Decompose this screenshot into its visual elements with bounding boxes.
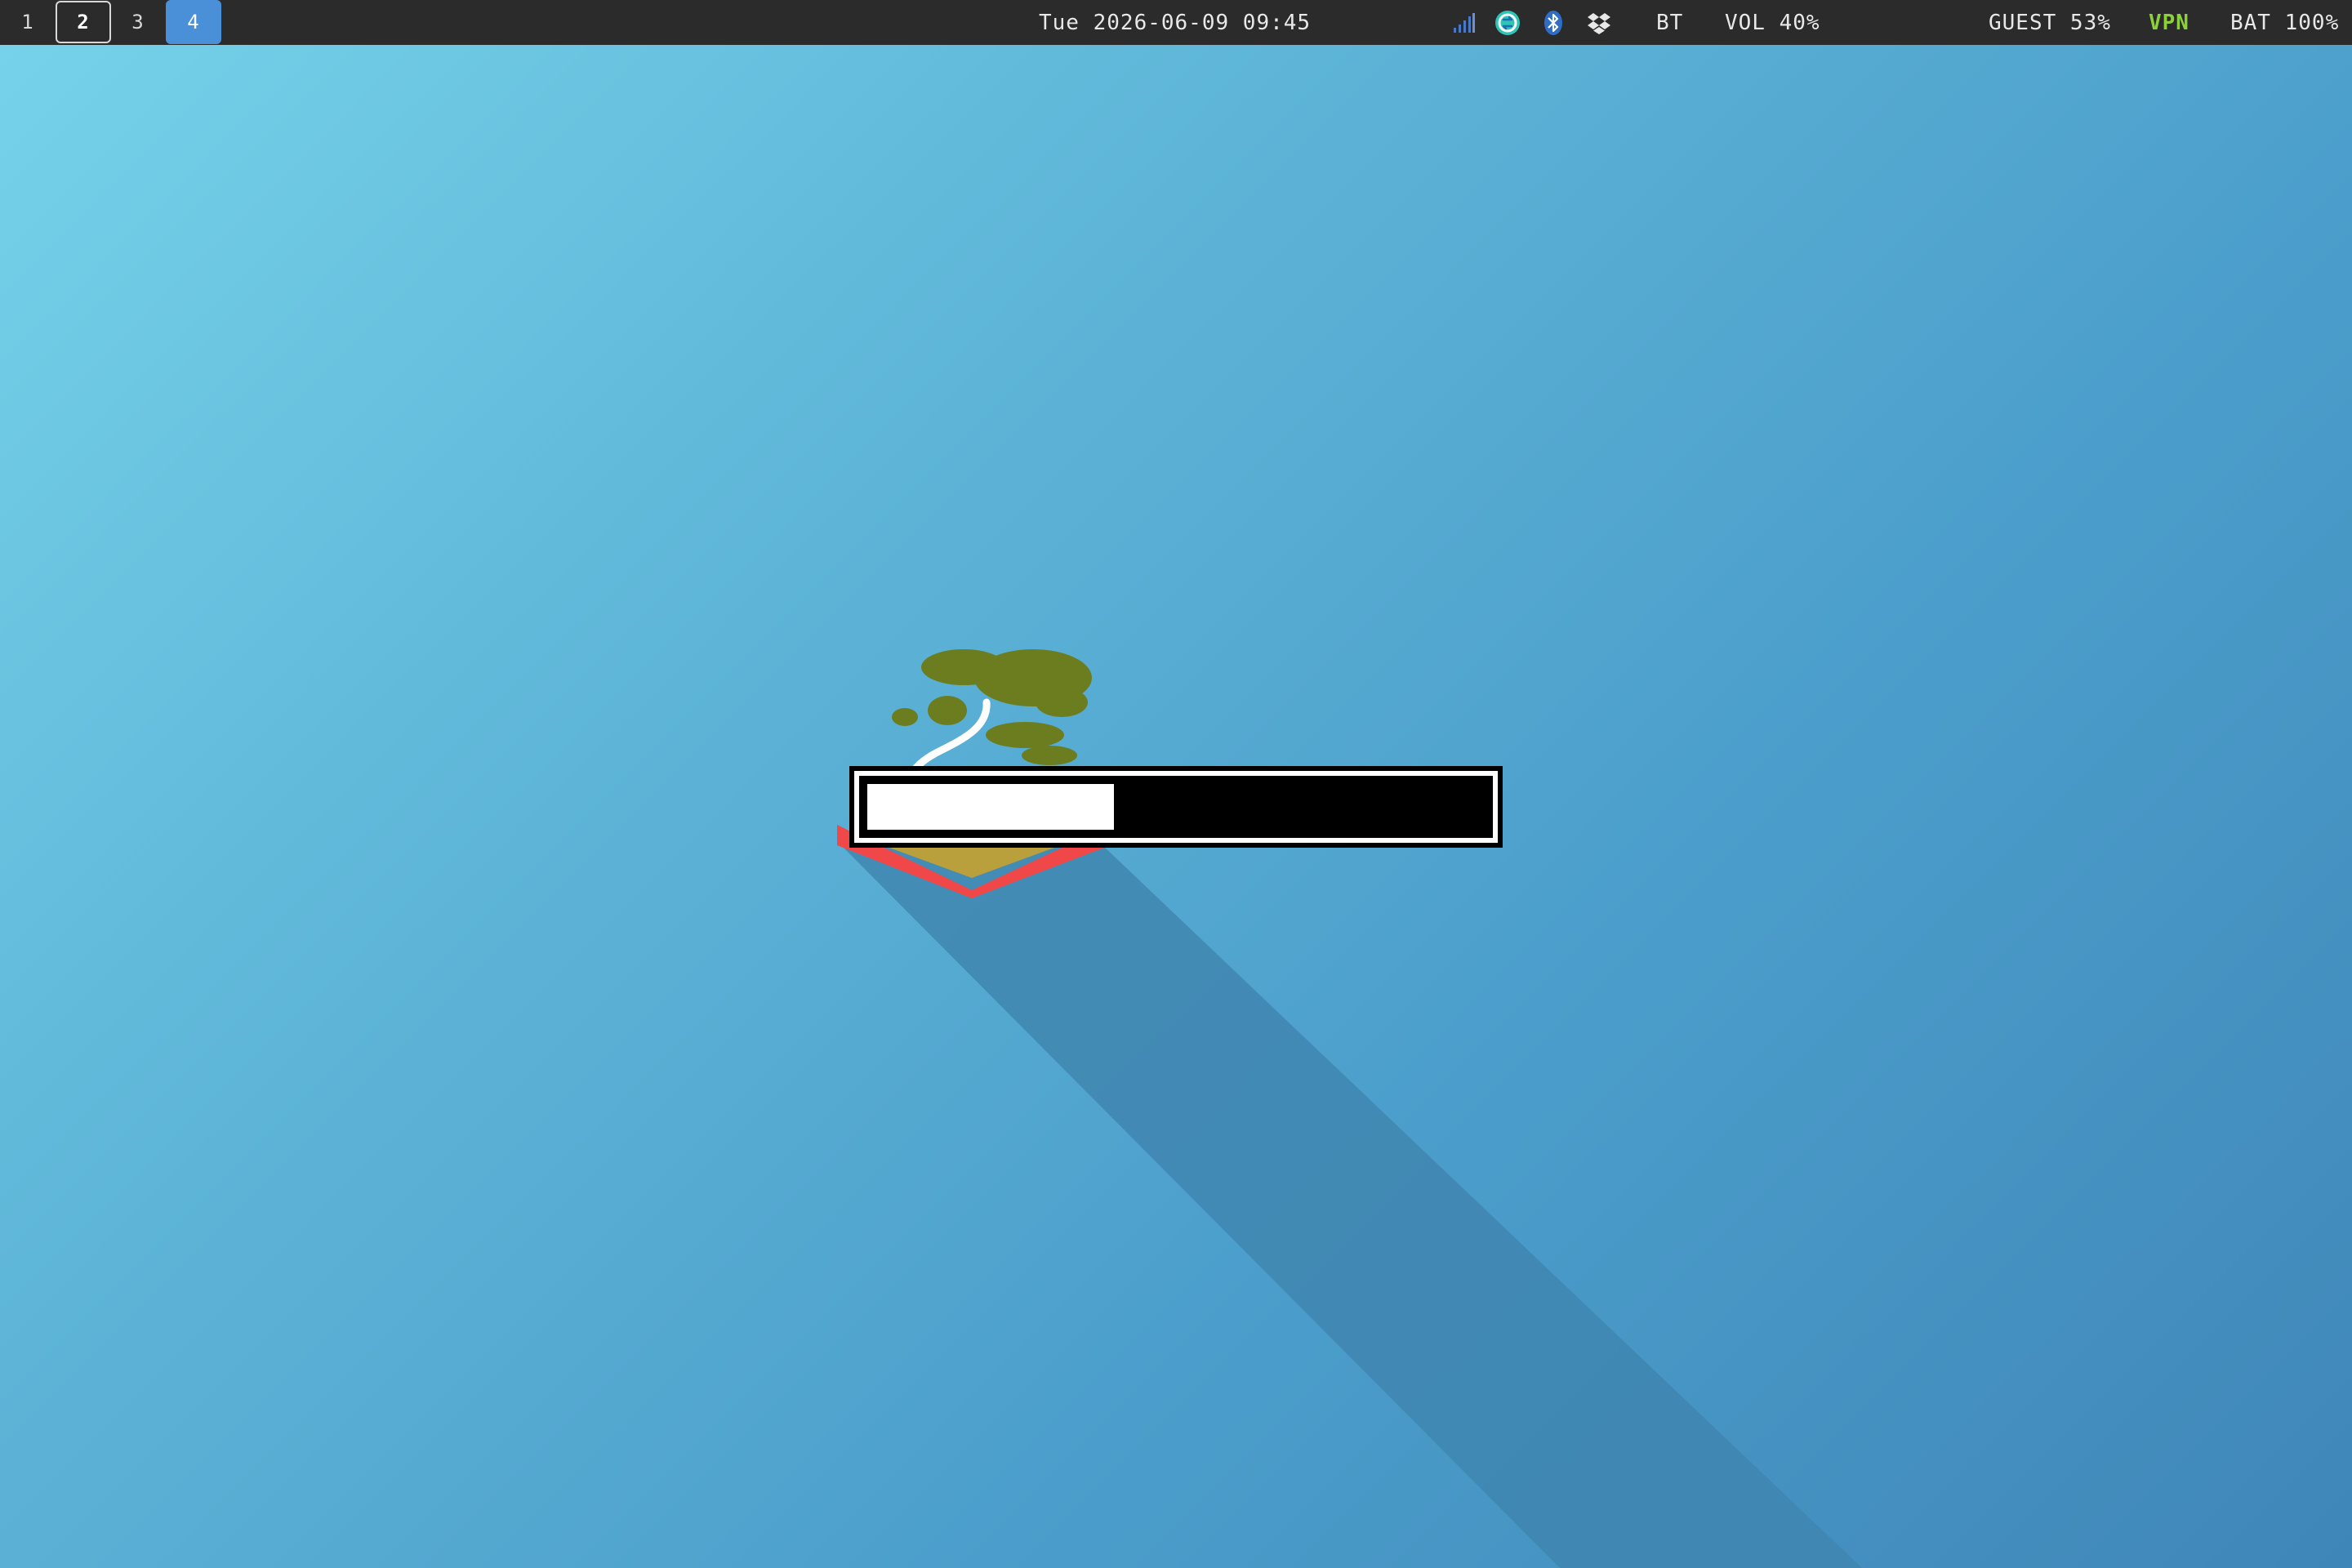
- bluetooth-status[interactable]: BT: [1656, 0, 1683, 45]
- tree-foliage: [921, 649, 1006, 685]
- tree-foliage: [986, 722, 1064, 748]
- volume-status[interactable]: VOL 40%: [1725, 0, 1820, 45]
- workspace-2-button[interactable]: 2: [56, 1, 111, 43]
- workspace-3-button[interactable]: 3: [119, 0, 157, 44]
- volume-osd-track: [867, 784, 1485, 830]
- tree-foliage: [892, 708, 918, 726]
- volume-osd: [849, 766, 1503, 848]
- volume-osd-fill: [867, 784, 1115, 830]
- battery-status[interactable]: BAT 100%: [2230, 0, 2339, 45]
- volume-osd-frame: [854, 771, 1498, 843]
- clock[interactable]: Tue 2026-06-09 09:45: [1039, 0, 1311, 45]
- tree-foliage: [928, 696, 967, 725]
- workspace-1-button[interactable]: 1: [10, 0, 46, 44]
- tree-foliage: [1022, 746, 1077, 765]
- vpn-status[interactable]: VPN: [2149, 0, 2189, 45]
- top-bar: 1 2 3 4 Tue 2026-06-09 09:45 BT VOL 40% …: [0, 0, 2352, 45]
- sync-icon[interactable]: [1494, 10, 1521, 36]
- island-shadow: [841, 845, 1862, 1568]
- guest-status[interactable]: GUEST 53%: [1989, 0, 2111, 45]
- workspace-4-button[interactable]: 4: [166, 0, 221, 44]
- dropbox-icon[interactable]: [1586, 10, 1612, 36]
- tree-foliage: [1036, 688, 1088, 717]
- signal-icon[interactable]: [1450, 10, 1477, 36]
- bluetooth-icon[interactable]: [1540, 10, 1566, 36]
